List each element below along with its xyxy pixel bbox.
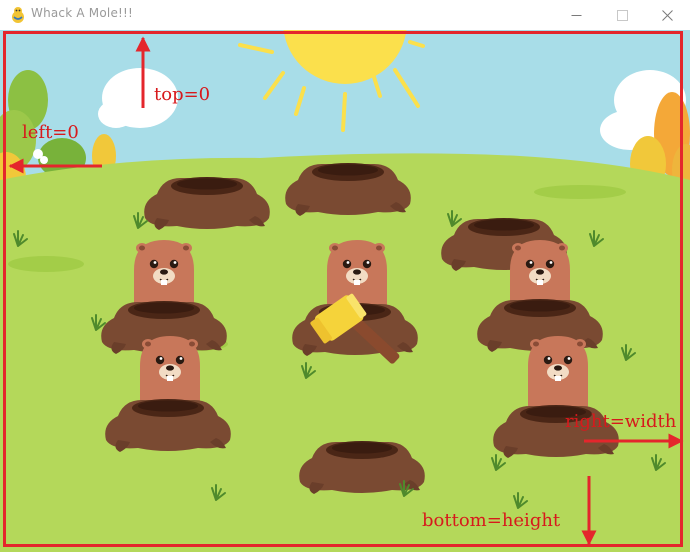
- annotation-top: top=0: [154, 84, 211, 105]
- minimize-button[interactable]: [553, 0, 599, 30]
- close-icon: [661, 9, 673, 21]
- maximize-icon: [616, 9, 628, 21]
- game-canvas[interactable]: [0, 30, 690, 552]
- close-button[interactable]: [644, 0, 690, 30]
- maximize-button[interactable]: [599, 0, 645, 30]
- window-title: Whack A Mole!!!: [31, 6, 134, 20]
- game-scene: [0, 30, 690, 552]
- window-title-bar: Whack A Mole!!!: [0, 0, 690, 31]
- annotation-right: right=width: [565, 411, 677, 432]
- annotation-bottom: bottom=height: [422, 510, 561, 531]
- annotation-left: left=0: [22, 122, 79, 143]
- minimize-icon: [571, 14, 581, 16]
- pygame-snake-icon: [12, 7, 24, 23]
